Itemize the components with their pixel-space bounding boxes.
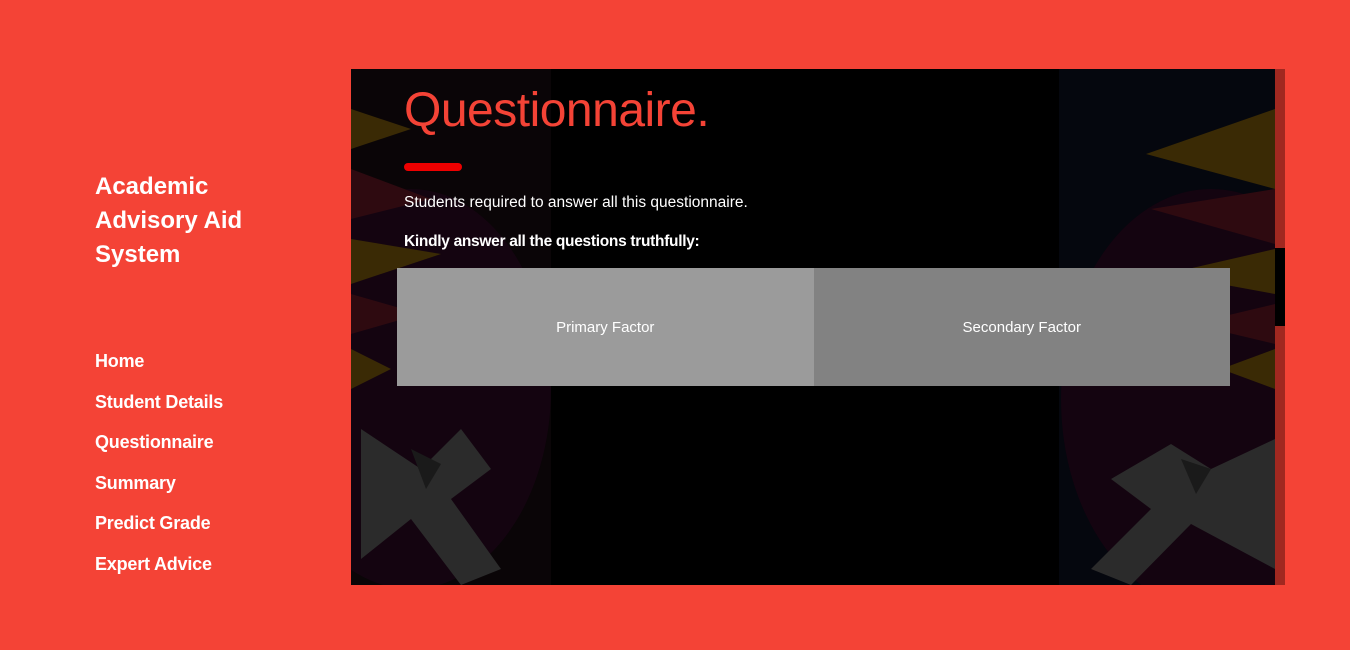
- nav-item-summary: Summary: [95, 472, 335, 513]
- nav-link-home[interactable]: Home: [95, 350, 144, 372]
- nav-link-summary[interactable]: Summary: [95, 472, 176, 494]
- content-area: Questionnaire. Students required to answ…: [404, 69, 1244, 252]
- nav-item-predict-grade: Predict Grade: [95, 512, 335, 553]
- nav-item-questionnaire: Questionnaire: [95, 431, 335, 472]
- nav-item-expert-advice: Expert Advice: [95, 553, 335, 594]
- nav-link-questionnaire[interactable]: Questionnaire: [95, 431, 214, 453]
- nav-link-student-details[interactable]: Student Details: [95, 391, 223, 413]
- nav-item-home: Home: [95, 350, 335, 391]
- intro-text: Students required to answer all this que…: [404, 194, 748, 211]
- panel-scrollbar-track[interactable]: [1275, 69, 1285, 585]
- instruction-text: Kindly answer all the questions truthful…: [404, 233, 700, 250]
- factor-tabs: Primary Factor Secondary Factor: [397, 268, 1230, 386]
- title-underline: [404, 163, 462, 171]
- secondary-factor-button[interactable]: Secondary Factor: [813, 268, 1230, 386]
- panel-scrollbar-thumb[interactable]: [1275, 248, 1285, 326]
- nav-item-student-details: Student Details: [95, 391, 335, 432]
- brand-title: Academic Advisory Aid System: [95, 173, 243, 268]
- nav-menu: Home Student Details Questionnaire Summa…: [95, 350, 335, 594]
- sidebar: Academic Advisory Aid System Home Studen…: [95, 170, 335, 594]
- nav-link-expert-advice[interactable]: Expert Advice: [95, 553, 212, 575]
- main-panel: Questionnaire. Students required to answ…: [351, 69, 1275, 585]
- page-title: Questionnaire.: [404, 84, 710, 137]
- nav-link-predict-grade[interactable]: Predict Grade: [95, 512, 211, 534]
- primary-factor-button[interactable]: Primary Factor: [397, 268, 814, 386]
